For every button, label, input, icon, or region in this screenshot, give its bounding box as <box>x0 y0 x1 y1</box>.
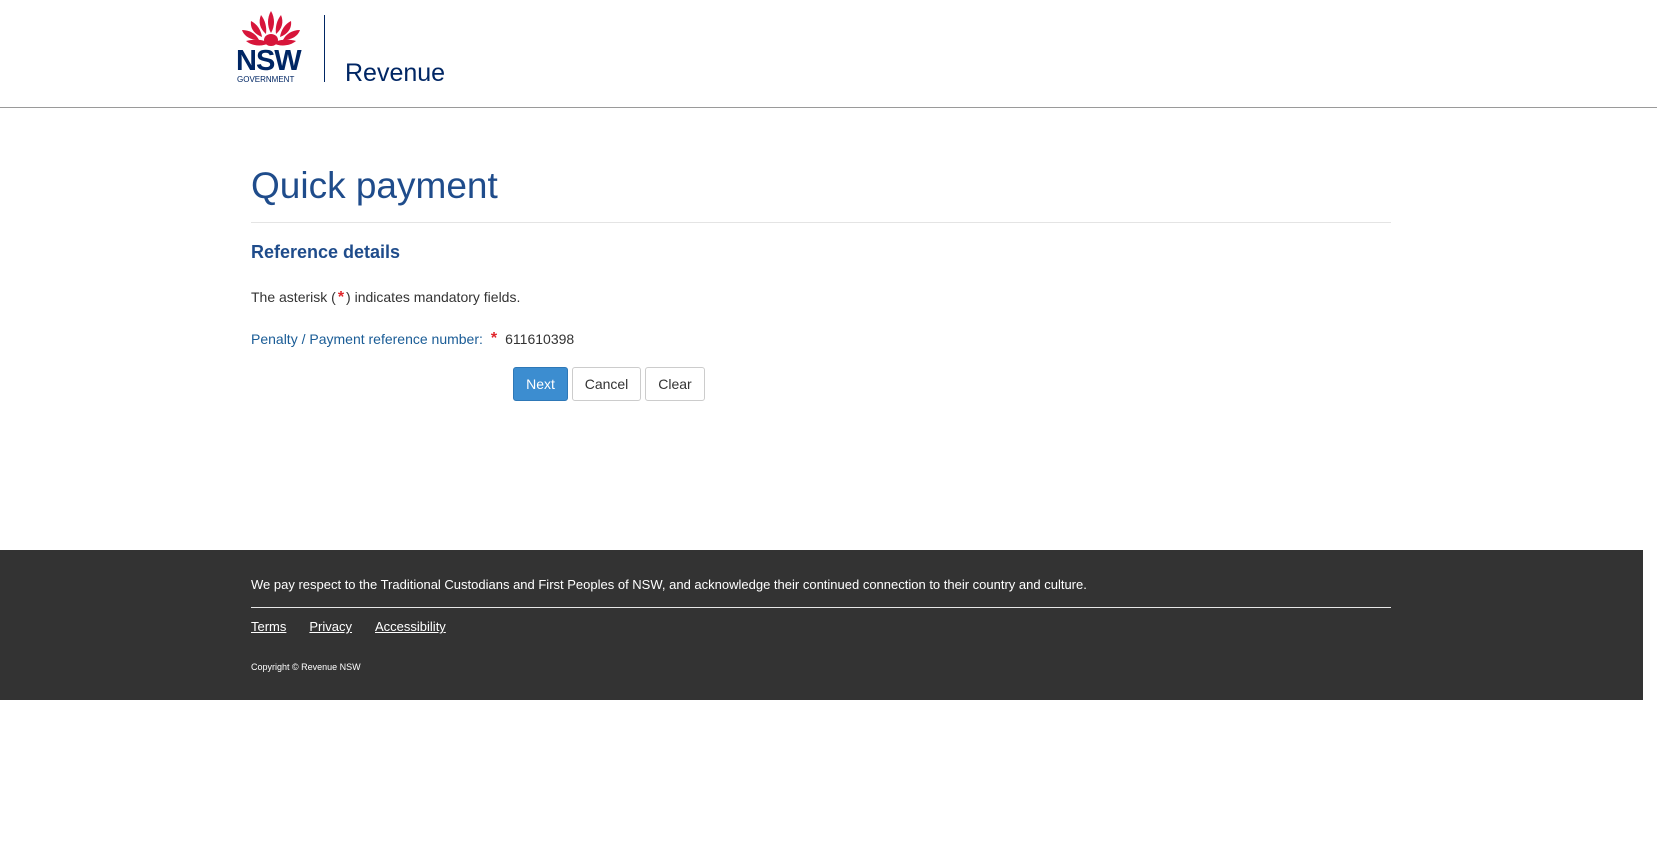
site-footer: We pay respect to the Traditional Custod… <box>0 550 1643 700</box>
reference-number-label: Penalty / Payment reference number: <box>251 331 483 347</box>
acknowledgement-of-country: We pay respect to the Traditional Custod… <box>251 577 1087 592</box>
copyright-notice: Copyright © Revenue NSW <box>251 662 361 672</box>
mandatory-note-prefix: The asterisk ( <box>251 289 336 305</box>
clear-button[interactable]: Clear <box>645 367 705 401</box>
footer-links: Terms Privacy Accessibility <box>251 619 446 635</box>
form-actions: Next Cancel Clear <box>513 367 705 401</box>
required-asterisk-icon: * <box>337 289 345 306</box>
next-button[interactable]: Next <box>513 367 568 401</box>
reference-number-field: Penalty / Payment reference number: * 61… <box>251 330 574 348</box>
brand-name: Revenue <box>345 59 446 87</box>
section-title: Reference details <box>251 242 401 262</box>
waratah-icon <box>242 11 300 46</box>
mandatory-fields-note: The asterisk (*) indicates mandatory fie… <box>251 288 520 307</box>
footer-divider <box>251 607 1391 608</box>
logo-divider <box>324 15 325 82</box>
required-asterisk-icon: * <box>490 330 498 347</box>
main-content: Quick payment Reference details The aste… <box>251 160 1391 401</box>
site-header: NSW GOVERNMENT Revenue <box>0 0 1657 108</box>
cancel-button[interactable]: Cancel <box>572 367 641 401</box>
mandatory-note-suffix: ) indicates mandatory fields. <box>346 289 521 305</box>
reference-number-value: 611610398 <box>505 331 575 347</box>
government-logo-text: GOVERNMENT <box>237 75 295 84</box>
accessibility-link[interactable]: Accessibility <box>375 619 446 635</box>
terms-link[interactable]: Terms <box>251 619 286 635</box>
privacy-link[interactable]: Privacy <box>309 619 352 635</box>
page-title: Quick payment <box>251 160 1391 223</box>
nsw-logo-text: NSW <box>236 45 302 77</box>
